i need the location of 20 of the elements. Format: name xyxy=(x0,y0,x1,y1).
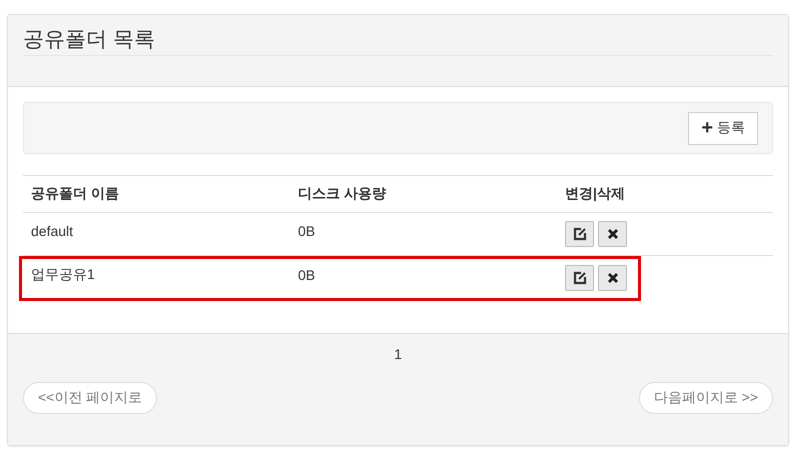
disk-usage: 0B xyxy=(298,223,316,239)
add-button[interactable]: + 등록 xyxy=(688,112,758,144)
edit-button[interactable] xyxy=(565,221,594,247)
page-number[interactable]: 1 xyxy=(394,346,402,362)
close-icon xyxy=(606,272,618,284)
column-header: 변경|삭제 xyxy=(565,185,626,203)
folder-name: 업무공유1 xyxy=(31,266,96,284)
edit-button[interactable] xyxy=(565,264,594,290)
edit-icon xyxy=(572,270,586,284)
close-icon xyxy=(606,228,618,240)
next-page-button[interactable]: 다음페이지로 >> xyxy=(638,382,773,414)
edit-icon xyxy=(572,227,586,241)
delete-button[interactable] xyxy=(598,264,627,290)
folder-name: default xyxy=(31,223,74,239)
disk-usage: 0B xyxy=(298,266,316,282)
panel-title: 공유폴더 목록 xyxy=(23,27,773,56)
column-header: 디스크 사용량 xyxy=(298,185,387,203)
previous-page-button[interactable]: <<이전 페이지로 xyxy=(23,382,158,414)
column-header: 공유폴더 이름 xyxy=(31,185,120,203)
delete-button[interactable] xyxy=(598,221,627,247)
